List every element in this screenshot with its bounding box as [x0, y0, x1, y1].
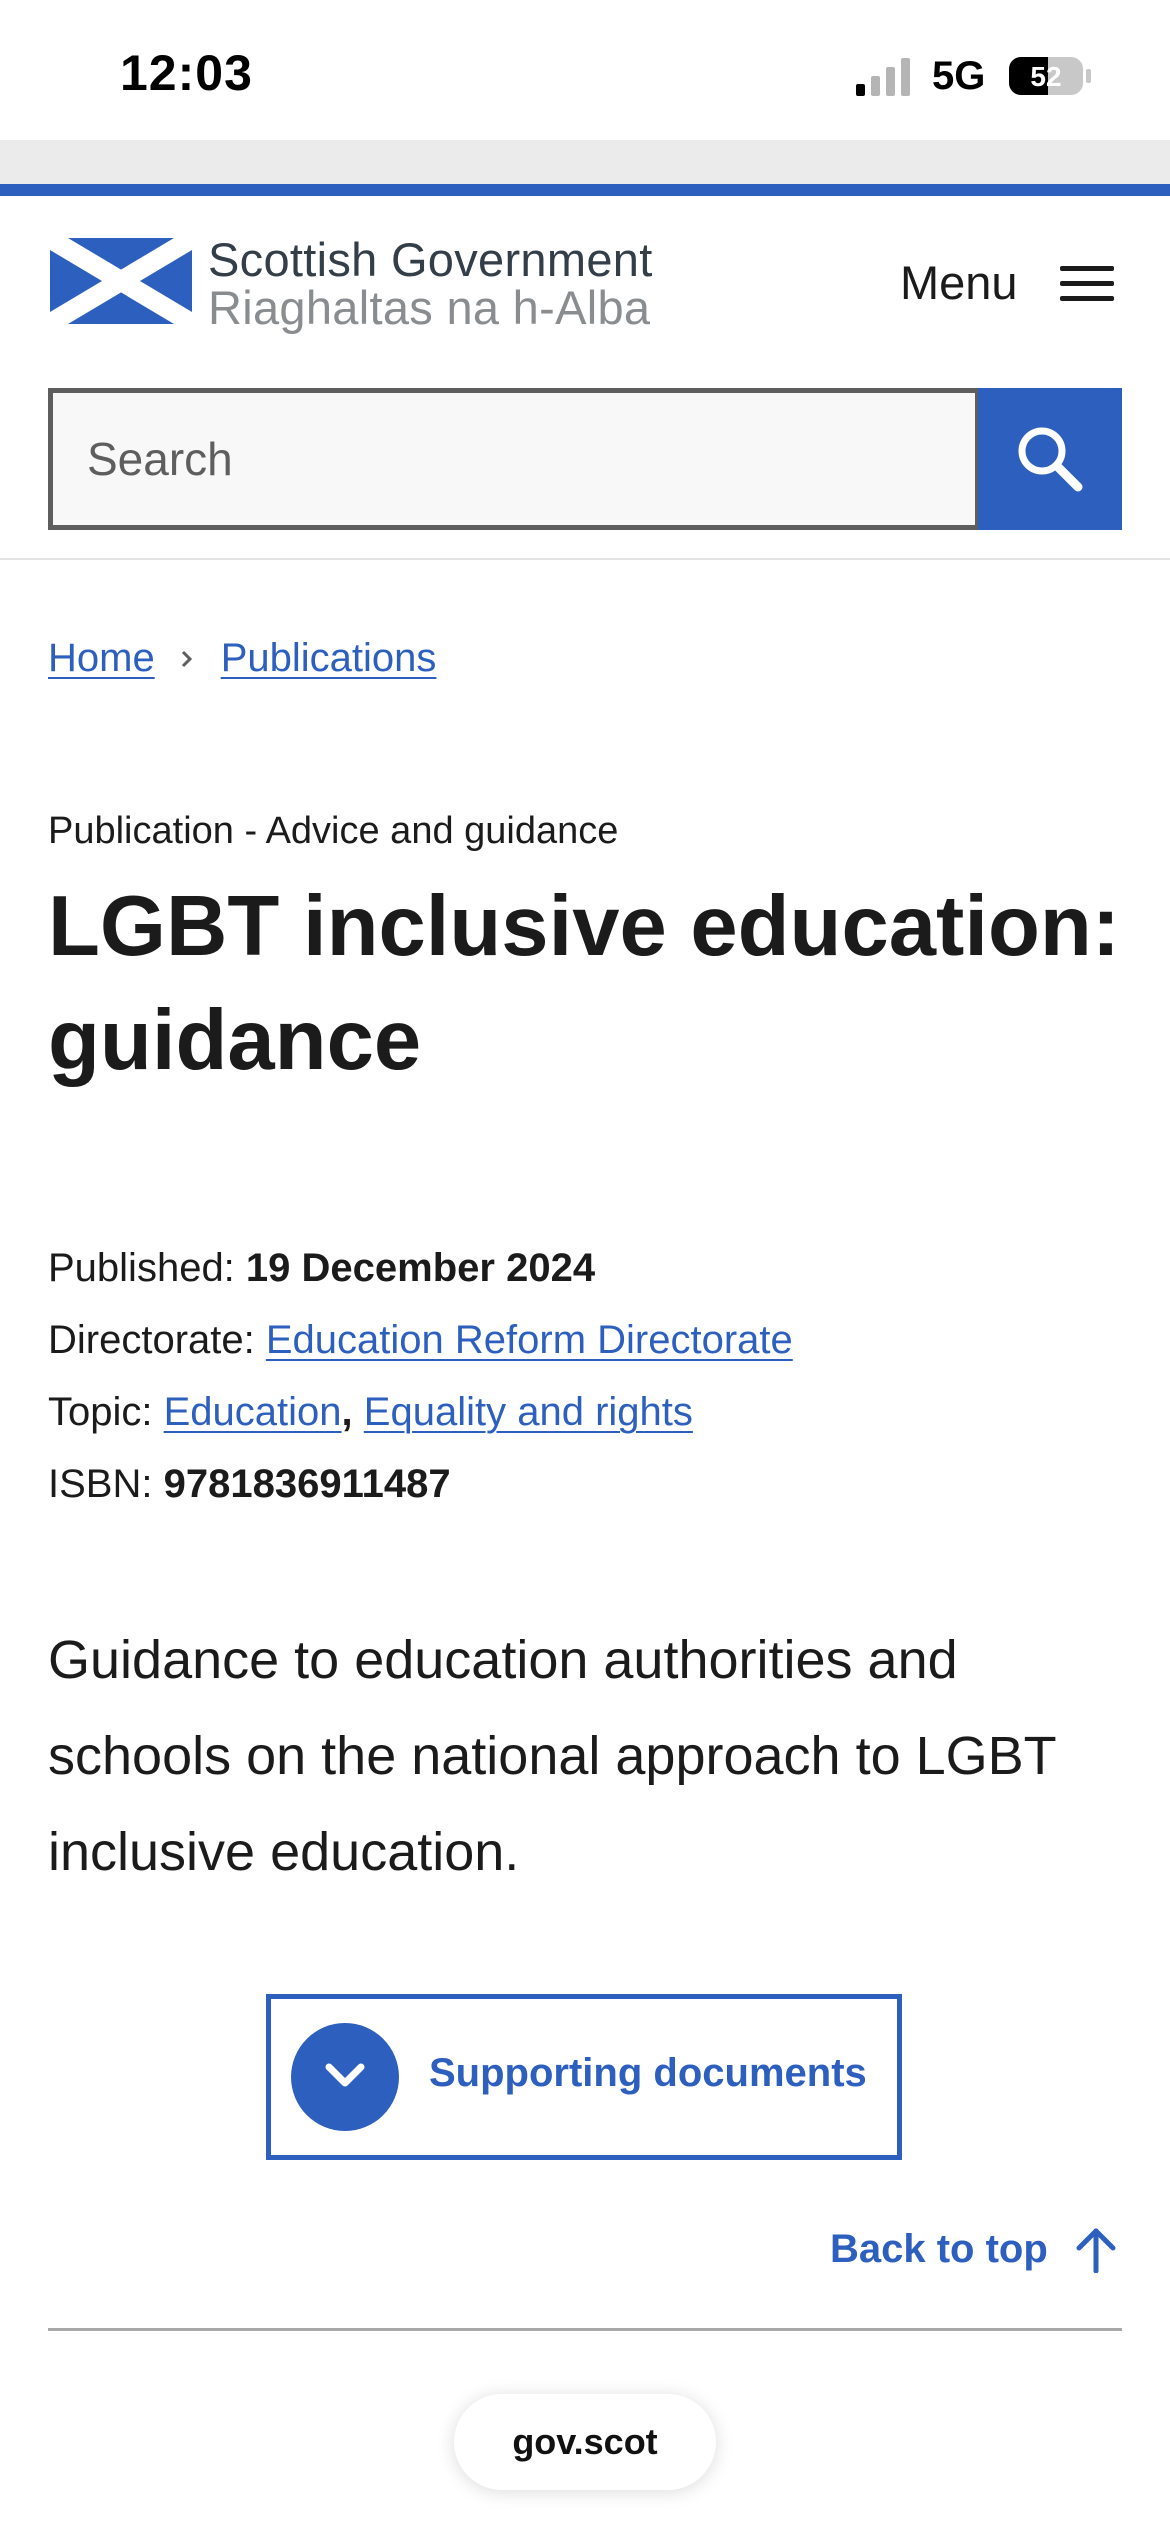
- saltire-flag-icon: [50, 238, 192, 324]
- chevron-right-icon: [181, 650, 192, 667]
- menu-button[interactable]: Menu: [900, 246, 1130, 318]
- search-input[interactable]: [48, 388, 980, 530]
- browser-toolbar-band: [0, 140, 1170, 184]
- meta-published-value: 19 December 2024: [245, 1246, 596, 1290]
- battery-icon: 52: [1009, 57, 1091, 95]
- signal-strength-icon: [856, 58, 910, 96]
- search-button[interactable]: [978, 388, 1122, 530]
- supporting-documents-button[interactable]: Supporting documents: [266, 1994, 902, 2160]
- logo-english-text: Scottish Government: [208, 233, 653, 286]
- breadcrumb-publications-link[interactable]: Publications: [221, 636, 437, 681]
- meta-isbn-value: 9781836911487: [163, 1462, 451, 1506]
- footer-divider: [48, 2328, 1122, 2331]
- meta-published-label: Published:: [48, 1246, 235, 1290]
- publication-type-label: Publication - Advice and guidance: [48, 810, 619, 852]
- meta-isbn-row: ISBN: 9781836911487: [48, 1448, 793, 1520]
- meta-directorate-label: Directorate:: [48, 1318, 255, 1362]
- breadcrumb-home-link[interactable]: Home: [48, 636, 155, 681]
- meta-topic-row: Topic: Education, Equality and rights: [48, 1376, 793, 1448]
- back-to-top-label: Back to top: [830, 2226, 1048, 2271]
- network-type: 5G: [932, 54, 986, 98]
- topic-link-equality-and-rights[interactable]: Equality and rights: [364, 1390, 693, 1434]
- topic-separator: ,: [341, 1390, 353, 1434]
- back-to-top-link[interactable]: Back to top: [830, 2216, 1118, 2282]
- breadcrumb: Home Publications: [48, 636, 436, 681]
- directorate-link[interactable]: Education Reform Directorate: [266, 1318, 793, 1362]
- meta-topic-label: Topic:: [48, 1390, 153, 1434]
- browser-address-bar[interactable]: gov.scot: [454, 2394, 716, 2490]
- supporting-documents-circle: [291, 2023, 399, 2131]
- topic-link-education[interactable]: Education: [164, 1390, 342, 1434]
- browser-url-text: gov.scot: [512, 2421, 658, 2462]
- chevron-down-icon: [325, 2063, 365, 2087]
- arrow-up-icon: [1076, 2228, 1116, 2273]
- meta-published-row: Published: 19 December 2024: [48, 1232, 793, 1304]
- header-divider: [0, 558, 1170, 560]
- meta-isbn-label: ISBN:: [48, 1462, 153, 1506]
- search-icon: [1018, 427, 1083, 492]
- scottish-government-logo[interactable]: Scottish Government Riaghaltas na h-Alba: [50, 233, 700, 334]
- hamburger-menu-icon: [1060, 266, 1114, 301]
- supporting-documents-label: Supporting documents: [429, 2051, 867, 2095]
- publication-metadata: Published: 19 December 2024 Directorate:…: [48, 1232, 793, 1520]
- publication-summary: Guidance to education authorities and sc…: [48, 1630, 1056, 1882]
- status-time: 12:03: [120, 45, 253, 101]
- meta-directorate-row: Directorate: Education Reform Directorat…: [48, 1304, 793, 1376]
- header-accent-rule: [0, 184, 1170, 196]
- status-bar: 12:03 5G 52: [0, 0, 1170, 140]
- battery-level-text: 52: [1030, 61, 1061, 92]
- logo-gaelic-text: Riaghaltas na h-Alba: [208, 281, 651, 334]
- menu-label: Menu: [900, 255, 1018, 309]
- page-title: LGBT inclusive education: guidance: [48, 879, 1121, 1088]
